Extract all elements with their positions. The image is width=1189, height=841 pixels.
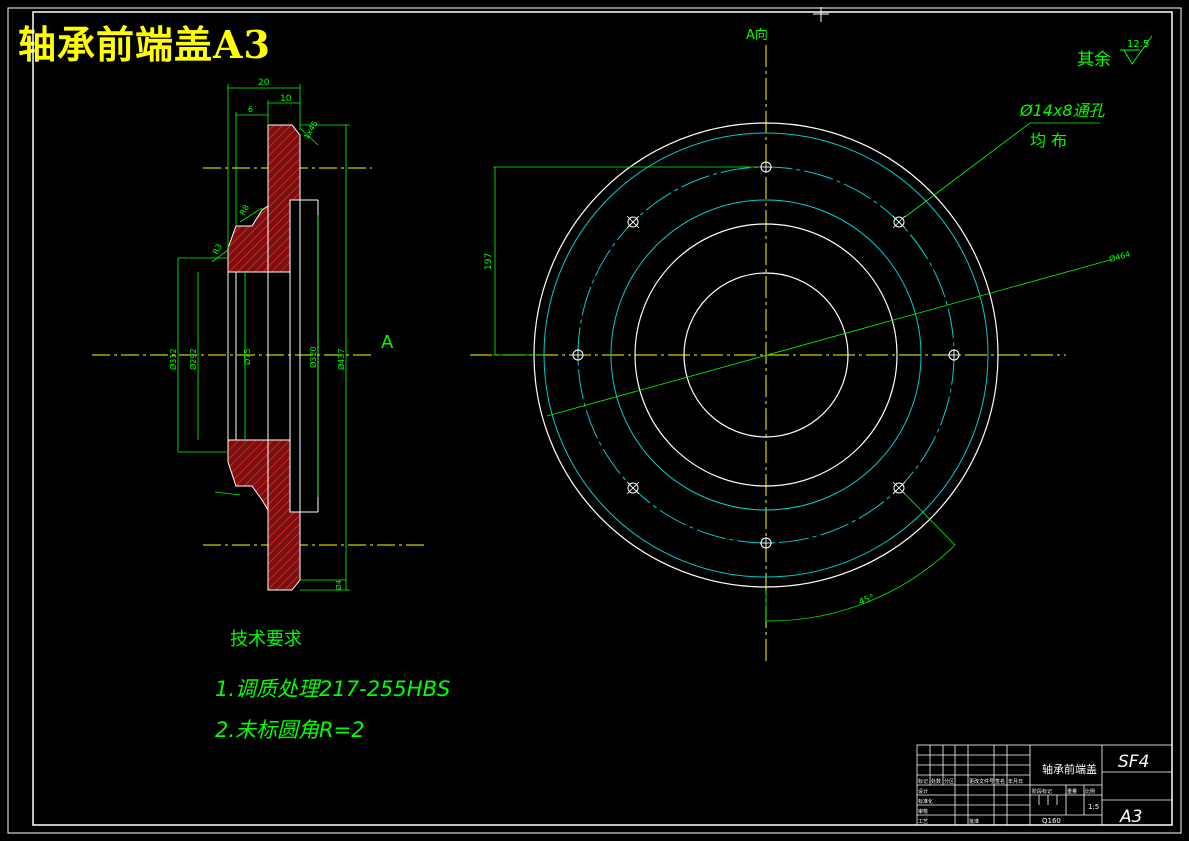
- section-hatch-bottom: [227, 439, 301, 591]
- tb-label-design: 设计: [918, 788, 928, 795]
- tb-label-weight: 重量: [1067, 788, 1077, 795]
- dim-radius-r8: R8: [238, 203, 251, 217]
- outer-border: [7, 7, 1182, 834]
- dim-bolt-circle: Ø464: [1108, 249, 1131, 264]
- hole-note-line2: 均 布: [1030, 131, 1067, 150]
- dim-dia-75: Ø75: [242, 349, 252, 365]
- tech-requirements: 技术要求 1.调质处理217-255HBS 2.未标圆角R=2: [215, 629, 450, 742]
- front-view: 197 Ø464 45° Ø14x8通孔 均 布 A向 其余 12.5: [470, 27, 1153, 665]
- crosshair-marker: [813, 7, 829, 22]
- tb-label-standard: 标准化: [918, 798, 933, 805]
- dim-dia-320: Ø320: [308, 346, 318, 368]
- tb-label-approve: 批准: [969, 818, 979, 825]
- roughness-value: 12.5: [1127, 39, 1149, 50]
- dim-chamfer: 1x45: [302, 119, 320, 141]
- inner-border: [32, 11, 1173, 826]
- tech-item-2: 2.未标圆角R=2: [215, 718, 365, 742]
- engineering-drawing: 20 10 6 1x45 R8 R3 Ø312 Ø292 Ø75 Ø320 Ø4…: [7, 7, 1182, 834]
- tb-label-review: 审核: [918, 808, 928, 815]
- tb-label-mark: 标记: [918, 778, 928, 785]
- dim-top-10: 10: [280, 94, 292, 104]
- hole-note-line1: Ø14x8通孔: [1019, 101, 1106, 120]
- tb-scale: 1:5: [1088, 803, 1099, 811]
- tb-label-scale: 比例: [1085, 788, 1095, 795]
- view-direction-label: A向: [746, 27, 768, 43]
- dim-top-20: 20: [258, 78, 270, 88]
- dim-top-6: 6: [248, 105, 253, 114]
- tb-drawing-no: SF4: [1118, 752, 1149, 772]
- section-hatch-top: [227, 124, 301, 273]
- tech-heading: 技术要求: [230, 629, 302, 650]
- dim-dia-312: Ø312: [168, 348, 178, 370]
- tb-label-count: 处数: [931, 778, 941, 785]
- tb-part-name: 轴承前端盖: [1042, 762, 1097, 776]
- tb-label-stage: 阶段标记: [1032, 788, 1052, 795]
- tb-sheet-size: A3: [1119, 807, 1142, 827]
- tech-item-1: 1.调质处理217-255HBS: [215, 677, 450, 701]
- tb-label-sign: 签名: [995, 778, 1005, 785]
- section-view: 20 10 6 1x45 R8 R3 Ø312 Ø292 Ø75 Ø320 Ø4…: [92, 78, 425, 591]
- dim-bottom: Ø4: [335, 579, 343, 590]
- roughness-note: 其余: [1077, 50, 1111, 70]
- dim-dia-437: Ø437: [336, 348, 346, 370]
- view-arrow-label: A: [381, 332, 394, 353]
- dim-angle-45: 45°: [858, 593, 876, 608]
- tb-label-change-doc: 更改文件号: [969, 778, 994, 785]
- dim-197: 197: [484, 253, 494, 270]
- tb-label-process: 工艺: [918, 819, 928, 825]
- tb-label-zone: 分区: [944, 778, 954, 785]
- tb-label-date: 年月日: [1008, 778, 1023, 785]
- title-block: 标记 处数 分区 更改文件号 签名 年月日 设计 标准化 审核 工艺 批准 阶段…: [916, 744, 1173, 827]
- dim-dia-292: Ø292: [188, 348, 198, 370]
- tb-material: Q160: [1042, 817, 1061, 825]
